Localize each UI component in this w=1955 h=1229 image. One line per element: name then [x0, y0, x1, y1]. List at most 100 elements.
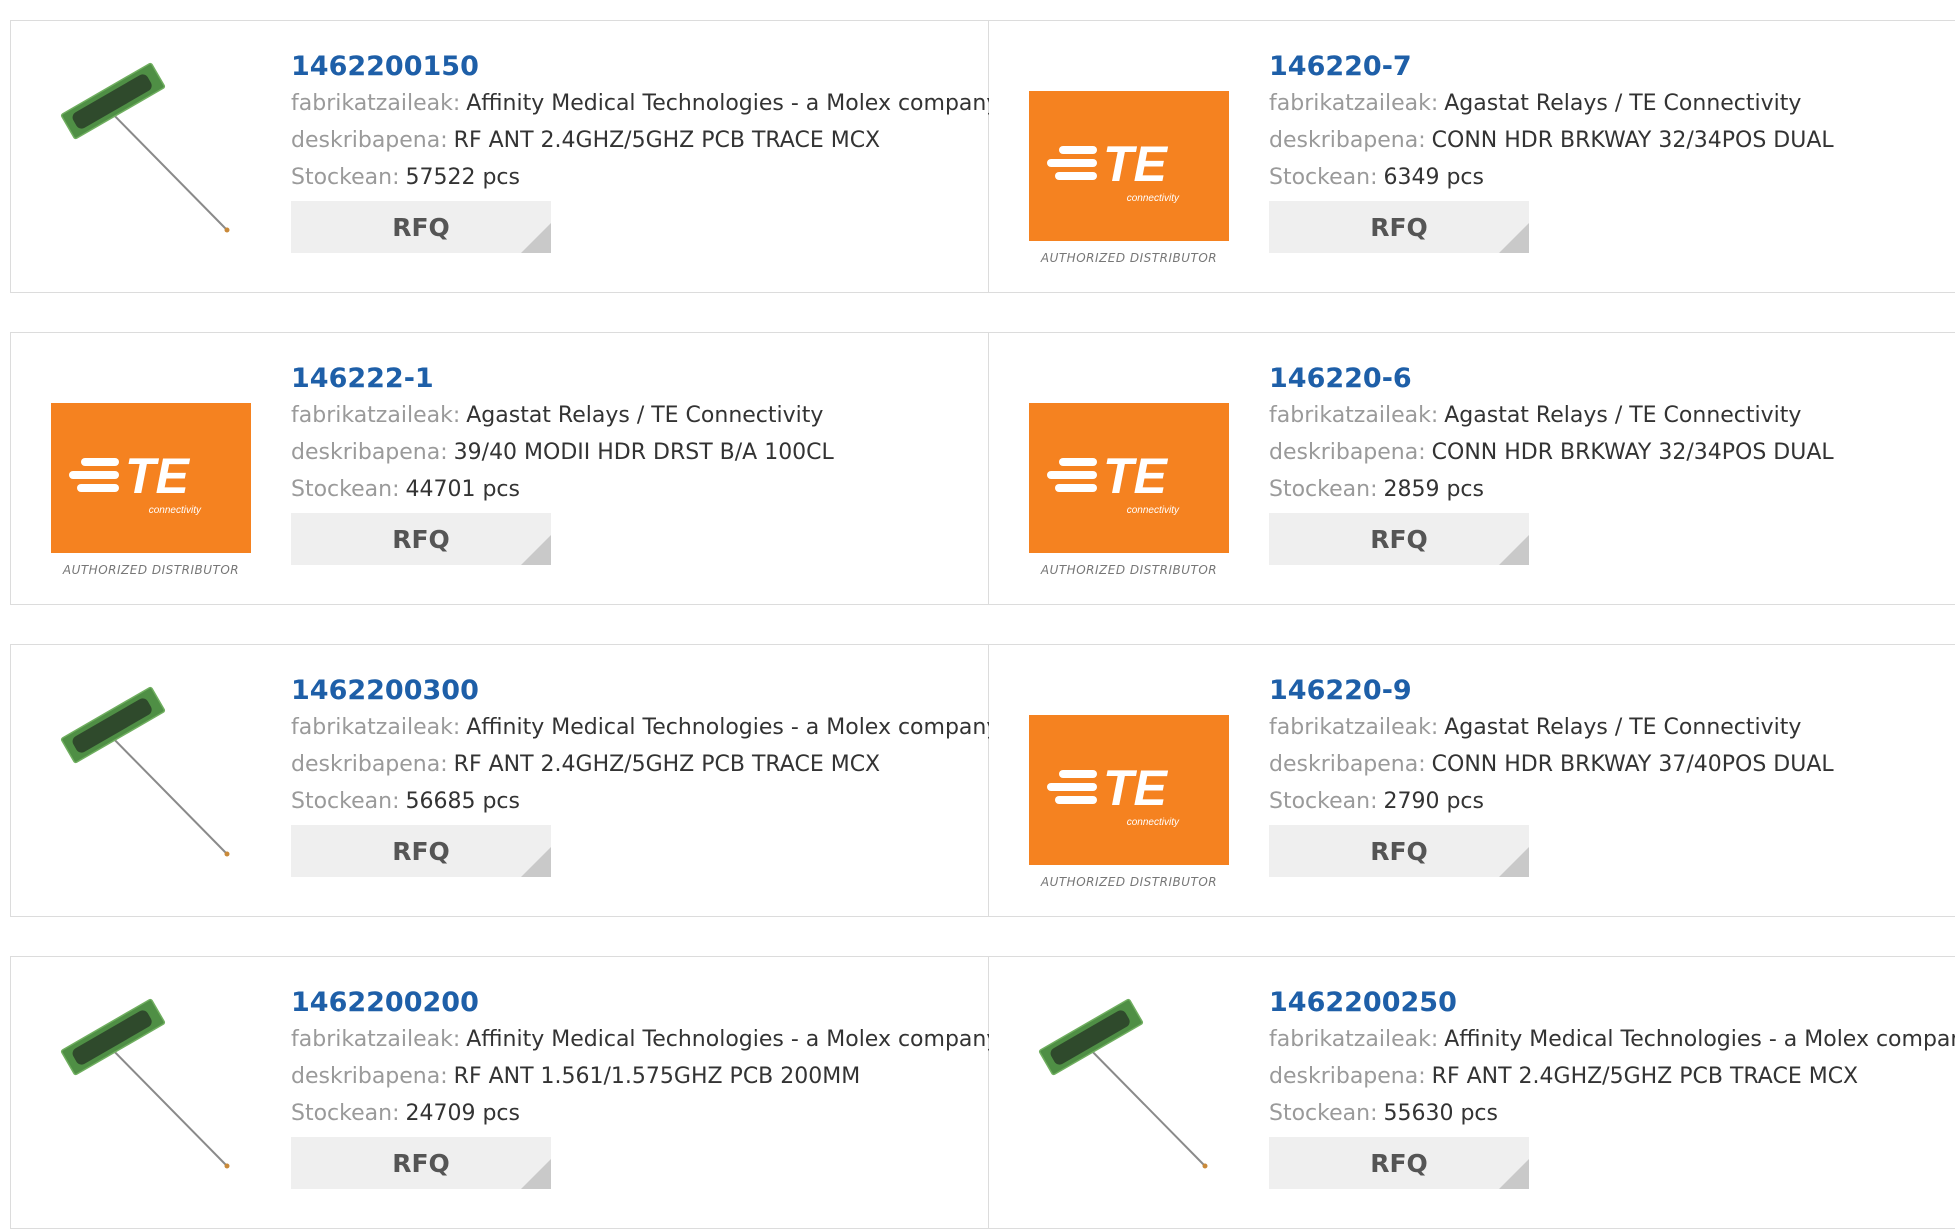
stock-field-value: 55630 pcs: [1383, 1101, 1498, 1126]
manufacturer-field-value: Agastat Relays / TE Connectivity: [1444, 403, 1802, 428]
stock-field-value: 6349 pcs: [1383, 165, 1484, 190]
corner-triangle-icon: [521, 535, 551, 565]
rfq-button[interactable]: RFQ: [1269, 1137, 1529, 1189]
product-image[interactable]: TE connectivity AUTHORIZED DISTRIBUTOR: [51, 361, 251, 581]
product-row: 1462200300 fabrikatzaileak: Affinity Medic…: [10, 644, 1955, 917]
rfq-button[interactable]: RFQ: [291, 201, 551, 253]
rfq-label: RFQ: [1370, 836, 1428, 866]
antenna-image: [60, 686, 230, 857]
product-card: TE connectivity AUTHORIZED DISTRIBUTOR 1…: [989, 20, 1955, 293]
stock-field-label: Stockean:: [291, 1101, 400, 1126]
te-connectivity-logo: TE connectivity: [1029, 91, 1229, 241]
te-connectivity-logo: TE connectivity: [1029, 403, 1229, 553]
authorized-distributor-label: AUTHORIZED DISTRIBUTOR: [62, 563, 240, 577]
manufacturer-field-value: Agastat Relays / TE Connectivity: [466, 403, 824, 428]
stock-field-label: Stockean:: [1269, 789, 1378, 814]
antenna-image: [60, 62, 230, 233]
manufacturer-field-label: fabrikatzaileak:: [291, 715, 461, 740]
svg-text:TE: TE: [1103, 136, 1169, 192]
part-number-link[interactable]: 1462200300: [291, 673, 988, 709]
stock-field-label: Stockean:: [1269, 477, 1378, 502]
stock-field-value: 2859 pcs: [1383, 477, 1484, 502]
te-connectivity-logo: TE connectivity: [1029, 715, 1229, 865]
description-field-value: 39/40 MODII HDR DRST B/A 100CL: [453, 440, 834, 465]
corner-triangle-icon: [521, 223, 551, 253]
description-field-label: deskribapena:: [1269, 128, 1426, 153]
manufacturer-field-value: Affinity Medical Technologies - a Molex …: [466, 1027, 1000, 1052]
description-field-value: RF ANT 2.4GHZ/5GHZ PCB TRACE MCX: [1431, 1064, 1859, 1089]
rfq-label: RFQ: [392, 836, 450, 866]
description-field-label: deskribapena:: [1269, 752, 1426, 777]
rfq-button[interactable]: RFQ: [1269, 825, 1529, 877]
part-number-link[interactable]: 146220-7: [1269, 49, 1955, 85]
antenna-image: [1038, 998, 1208, 1169]
manufacturer-field: fabrikatzaileak: Agastat Relays / TE Conn…: [291, 397, 988, 434]
te-logo-block: TE connectivity AUTHORIZED DISTRIBUTOR: [1029, 715, 1229, 889]
description-field: deskribapena: RF ANT 2.4GHZ/5GHZ PCB TRAC…: [291, 746, 988, 783]
svg-text:connectivity: connectivity: [1127, 505, 1180, 516]
description-field-value: RF ANT 2.4GHZ/5GHZ PCB TRACE MCX: [453, 752, 881, 777]
part-number-link[interactable]: 1462200200: [291, 985, 988, 1021]
product-info: 1462200200 fabrikatzaileak: Affinity Medic…: [291, 985, 999, 1189]
product-info: 146222-1 fabrikatzaileak: Agastat Relays /…: [291, 361, 988, 565]
description-field-value: CONN HDR BRKWAY 37/40POS DUAL: [1431, 752, 1834, 777]
description-field: deskribapena: CONN HDR BRKWAY 32/34POS DU…: [1269, 122, 1955, 159]
manufacturer-field-value: Agastat Relays / TE Connectivity: [1444, 715, 1802, 740]
corner-triangle-icon: [1499, 1159, 1529, 1189]
manufacturer-field-value: Affinity Medical Technologies - a Molex …: [466, 91, 1000, 116]
product-info: 146220-6 fabrikatzaileak: Agastat Relays /…: [1269, 361, 1955, 565]
stock-field: Stockean: 2790 pcs: [1269, 783, 1955, 820]
te-logo-block: TE connectivity AUTHORIZED DISTRIBUTOR: [51, 403, 251, 577]
manufacturer-field-label: fabrikatzaileak:: [291, 1027, 461, 1052]
rfq-button[interactable]: RFQ: [291, 513, 551, 565]
product-card: 1462200300 fabrikatzaileak: Affinity Medic…: [10, 644, 999, 917]
part-number-link[interactable]: 146220-6: [1269, 361, 1955, 397]
description-field-value: CONN HDR BRKWAY 32/34POS DUAL: [1431, 440, 1834, 465]
rfq-button[interactable]: RFQ: [1269, 513, 1529, 565]
product-info: 146220-7 fabrikatzaileak: Agastat Relays /…: [1269, 49, 1955, 253]
product-row: 1462200200 fabrikatzaileak: Affinity Medic…: [10, 956, 1955, 1229]
stock-field-label: Stockean:: [1269, 165, 1378, 190]
stock-field-label: Stockean:: [291, 165, 400, 190]
svg-text:TE: TE: [1103, 760, 1169, 816]
product-info: 146220-9 fabrikatzaileak: Agastat Relays /…: [1269, 673, 1955, 877]
manufacturer-field-label: fabrikatzaileak:: [291, 403, 461, 428]
rfq-label: RFQ: [392, 524, 450, 554]
description-field-label: deskribapena:: [291, 128, 448, 153]
stock-field-label: Stockean:: [291, 789, 400, 814]
product-card: 1462200150 fabrikatzaileak: Affinity Medic…: [10, 20, 999, 293]
manufacturer-field: fabrikatzaileak: Agastat Relays / TE Conn…: [1269, 397, 1955, 434]
product-image[interactable]: TE connectivity AUTHORIZED DISTRIBUTOR: [1029, 673, 1229, 893]
product-row: TE connectivity AUTHORIZED DISTRIBUTOR 1…: [10, 332, 1955, 605]
part-number-link[interactable]: 146222-1: [291, 361, 988, 397]
part-number-link[interactable]: 146220-9: [1269, 673, 1955, 709]
te-connectivity-logo: TE connectivity: [51, 403, 251, 553]
manufacturer-field-label: fabrikatzaileak:: [291, 91, 461, 116]
description-field-label: deskribapena:: [1269, 440, 1426, 465]
part-number-link[interactable]: 1462200150: [291, 49, 988, 85]
manufacturer-field-label: fabrikatzaileak:: [1269, 1027, 1439, 1052]
product-card: TE connectivity AUTHORIZED DISTRIBUTOR 1…: [989, 644, 1955, 917]
product-row: 1462200150 fabrikatzaileak: Affinity Medic…: [10, 20, 1955, 293]
description-field-label: deskribapena:: [291, 1064, 448, 1089]
authorized-distributor-label: AUTHORIZED DISTRIBUTOR: [1040, 251, 1218, 265]
svg-text:TE: TE: [125, 448, 191, 504]
rfq-button[interactable]: RFQ: [291, 1137, 551, 1189]
rfq-button[interactable]: RFQ: [291, 825, 551, 877]
manufacturer-field: fabrikatzaileak: Affinity Medical Technol…: [291, 709, 999, 746]
manufacturer-field-label: fabrikatzaileak:: [1269, 715, 1439, 740]
rfq-button[interactable]: RFQ: [1269, 201, 1529, 253]
manufacturer-field: fabrikatzaileak: Affinity Medical Technol…: [1269, 1021, 1955, 1058]
description-field-label: deskribapena:: [291, 440, 448, 465]
manufacturer-field-value: Affinity Medical Technologies - a Molex …: [466, 715, 1000, 740]
corner-triangle-icon: [1499, 223, 1529, 253]
product-image[interactable]: TE connectivity AUTHORIZED DISTRIBUTOR: [1029, 49, 1229, 269]
product-image[interactable]: TE connectivity AUTHORIZED DISTRIBUTOR: [1029, 361, 1229, 581]
part-number-link[interactable]: 1462200250: [1269, 985, 1955, 1021]
description-field-label: deskribapena:: [1269, 1064, 1426, 1089]
product-info: 1462200300 fabrikatzaileak: Affinity Medic…: [291, 673, 999, 877]
description-field-value: RF ANT 2.4GHZ/5GHZ PCB TRACE MCX: [453, 128, 881, 153]
te-logo-block: TE connectivity AUTHORIZED DISTRIBUTOR: [1029, 403, 1229, 577]
stock-field: Stockean: 55630 pcs: [1269, 1095, 1955, 1132]
corner-triangle-icon: [1499, 847, 1529, 877]
